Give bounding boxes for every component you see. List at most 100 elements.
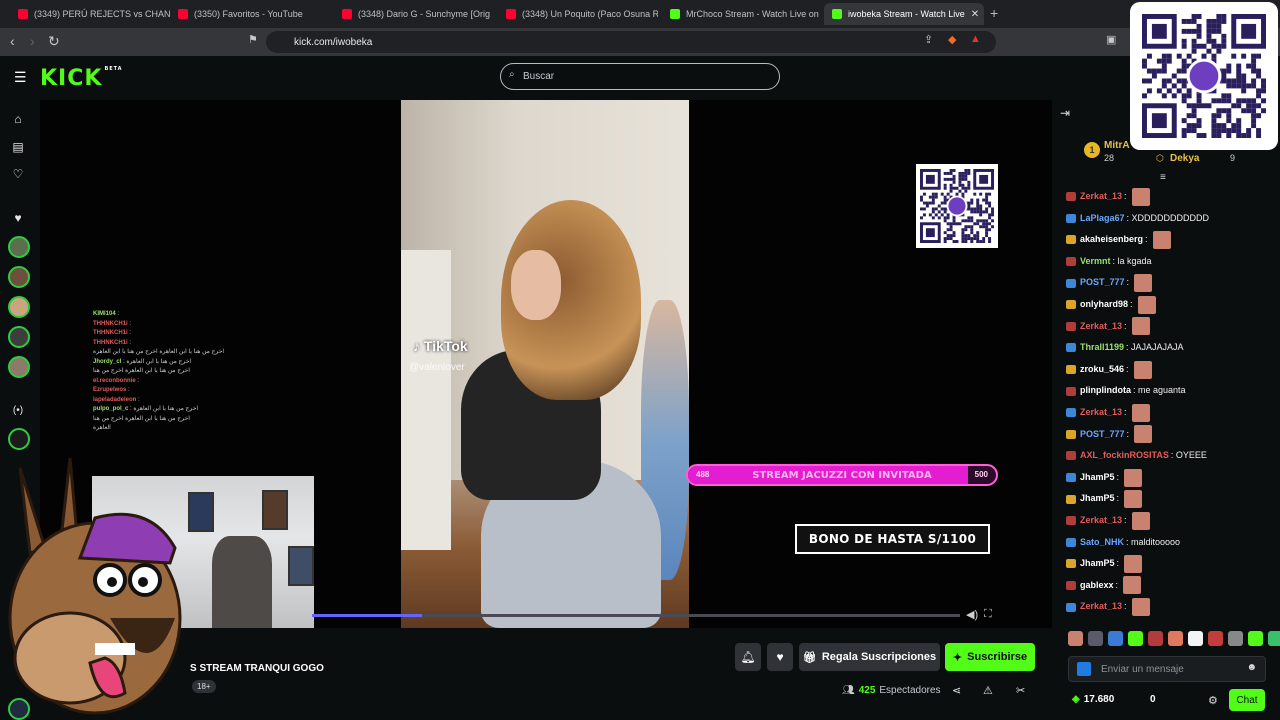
share-icon[interactable]: ⋖: [952, 684, 961, 697]
emote-icon: [1134, 274, 1153, 293]
follow-heart-button[interactable]: ♥: [767, 643, 793, 671]
kick-icon: [670, 9, 680, 19]
notification-bell-button[interactable]: 🔔︎: [735, 643, 761, 671]
user-badge-icon: [1066, 408, 1076, 418]
followed-channel-avatar[interactable]: [8, 296, 30, 318]
chat-username[interactable]: POST_777: [1080, 424, 1125, 446]
chat-username[interactable]: Zerkat_13: [1080, 402, 1122, 424]
channel-points[interactable]: ◈ 17.680: [1072, 694, 1114, 705]
qr-module: [1221, 14, 1227, 19]
subscribe-button[interactable]: ✦ Suscribirse: [945, 643, 1035, 671]
report-icon[interactable]: ⚠: [983, 684, 993, 697]
followed-channel-avatar[interactable]: [8, 236, 30, 258]
quick-emote-icon[interactable]: [1188, 631, 1203, 646]
volume-icon[interactable]: ◀): [966, 608, 978, 621]
home-icon[interactable]: ⌂: [9, 112, 27, 130]
rewards-icon[interactable]: ▲: [970, 33, 981, 45]
person-face: [511, 250, 561, 320]
kick-logo[interactable]: KICK BETA: [40, 66, 123, 91]
gift-subs-button[interactable]: 🎁︎ Regala Suscripciones: [799, 643, 940, 671]
chat-username[interactable]: zroku_546: [1080, 359, 1124, 381]
qr-module: [931, 201, 935, 205]
menu-icon[interactable]: ☰: [14, 69, 27, 86]
sidebar-icon[interactable]: ▣: [1106, 33, 1116, 46]
overlay-chat-user: Jhordy_cl: [93, 358, 122, 365]
qr-module: [1251, 68, 1257, 74]
qr-module: [946, 237, 950, 241]
chat-username[interactable]: AXL_fockinROSITAS: [1080, 445, 1169, 467]
qr-module: [979, 204, 983, 208]
chat-username[interactable]: JhamP5: [1080, 467, 1115, 489]
chat-username[interactable]: LaPlaga67: [1080, 208, 1125, 230]
chat-username[interactable]: Vermnt: [1080, 251, 1111, 273]
chat-username[interactable]: Thrall1199: [1080, 337, 1124, 359]
chat-username[interactable]: Zerkat_13: [1080, 316, 1122, 338]
browser-tab[interactable]: (3348) Dario G - Sunchyme [Orig: [334, 3, 494, 25]
qr-module: [976, 201, 980, 205]
browser-tab-active[interactable]: iwobeka Stream - Watch Live ✕: [824, 3, 984, 25]
recommended-channel-avatar[interactable]: [8, 428, 30, 450]
back-icon[interactable]: ‹: [10, 33, 15, 49]
browser-tab[interactable]: (3350) Favoritos - YouTube: [170, 3, 330, 25]
qr-module: [1226, 113, 1232, 119]
pinned-toggle-icon[interactable]: ≡: [1160, 172, 1166, 183]
quick-emote-icon[interactable]: [1148, 631, 1163, 646]
forward-icon[interactable]: ›: [30, 33, 35, 49]
quick-emote-icon[interactable]: [1228, 631, 1243, 646]
browser-tab[interactable]: MrChoco Stream - Watch Live on: [662, 3, 822, 25]
emoji-icon[interactable]: ☻: [1246, 662, 1257, 673]
brave-shield-icon[interactable]: ◆: [948, 33, 956, 46]
chat-username[interactable]: Zerkat_13: [1080, 596, 1122, 618]
share-icon[interactable]: ⇪: [924, 33, 933, 46]
browse-icon[interactable]: ▤: [9, 140, 27, 158]
quick-emote-icon[interactable]: [1268, 631, 1280, 646]
followed-channel-avatar[interactable]: [8, 266, 30, 288]
qr-module: [1146, 88, 1152, 94]
chat-input[interactable]: Enviar un mensaje ☻: [1068, 656, 1266, 682]
qr-module: [1206, 28, 1212, 34]
quick-emote-icon[interactable]: [1248, 631, 1263, 646]
qr-module: [1216, 98, 1222, 104]
chat-username[interactable]: onlyhard98: [1080, 294, 1128, 316]
qr-module: [943, 210, 947, 214]
qr-module: [949, 169, 953, 172]
new-tab-icon[interactable]: +: [990, 5, 998, 21]
chat-username[interactable]: gablexx: [1080, 575, 1114, 597]
chat-username[interactable]: POST_777: [1080, 272, 1125, 294]
video-progress-bar[interactable]: [312, 614, 960, 617]
bookmark-icon[interactable]: ⚑: [248, 33, 258, 46]
kick-emote-icon[interactable]: [1077, 662, 1091, 676]
gear-icon[interactable]: ⚙: [1208, 694, 1218, 707]
chat-username[interactable]: plinplindota: [1080, 380, 1131, 402]
following-icon[interactable]: ♡: [9, 167, 27, 185]
followed-channel-avatar[interactable]: [8, 356, 30, 378]
search-input[interactable]: ⌕ Buscar: [500, 63, 780, 90]
reload-icon[interactable]: ↻: [48, 33, 60, 50]
heart-icon: ♥: [776, 650, 784, 664]
qr-module: [1211, 98, 1217, 104]
quick-emote-icon[interactable]: [1068, 631, 1083, 646]
collapse-chat-icon[interactable]: ⇥: [1060, 106, 1070, 120]
qr-module: [949, 225, 953, 229]
address-bar[interactable]: kick.com/iwobeka: [266, 31, 996, 53]
qr-module: [1176, 88, 1182, 94]
qr-module: [988, 201, 992, 205]
browser-tab[interactable]: (3348) Un Poquito (Paco Osuna Rem: [498, 3, 658, 25]
quick-emote-icon[interactable]: [1208, 631, 1223, 646]
followed-channel-avatar[interactable]: [8, 326, 30, 348]
close-icon[interactable]: ✕: [971, 9, 979, 20]
chat-username[interactable]: akaheisenberg: [1080, 229, 1143, 251]
quick-emote-icon[interactable]: [1108, 631, 1123, 646]
chat-username[interactable]: Sato_NHK: [1080, 532, 1124, 554]
chat-username[interactable]: JhamP5: [1080, 553, 1115, 575]
chat-send-button[interactable]: Chat: [1229, 689, 1265, 711]
clip-icon[interactable]: ✂: [1016, 684, 1025, 697]
chat-username[interactable]: Zerkat_13: [1080, 186, 1122, 208]
chat-username[interactable]: Zerkat_13: [1080, 510, 1122, 532]
quick-emote-icon[interactable]: [1088, 631, 1103, 646]
chat-username[interactable]: JhamP5: [1080, 488, 1115, 510]
quick-emote-icon[interactable]: [1168, 631, 1183, 646]
quick-emote-icon[interactable]: [1128, 631, 1143, 646]
browser-tab[interactable]: (3349) PERÚ REJECTS vs CHANDOGS: [10, 3, 170, 25]
fullscreen-icon[interactable]: ⛶: [984, 608, 992, 621]
